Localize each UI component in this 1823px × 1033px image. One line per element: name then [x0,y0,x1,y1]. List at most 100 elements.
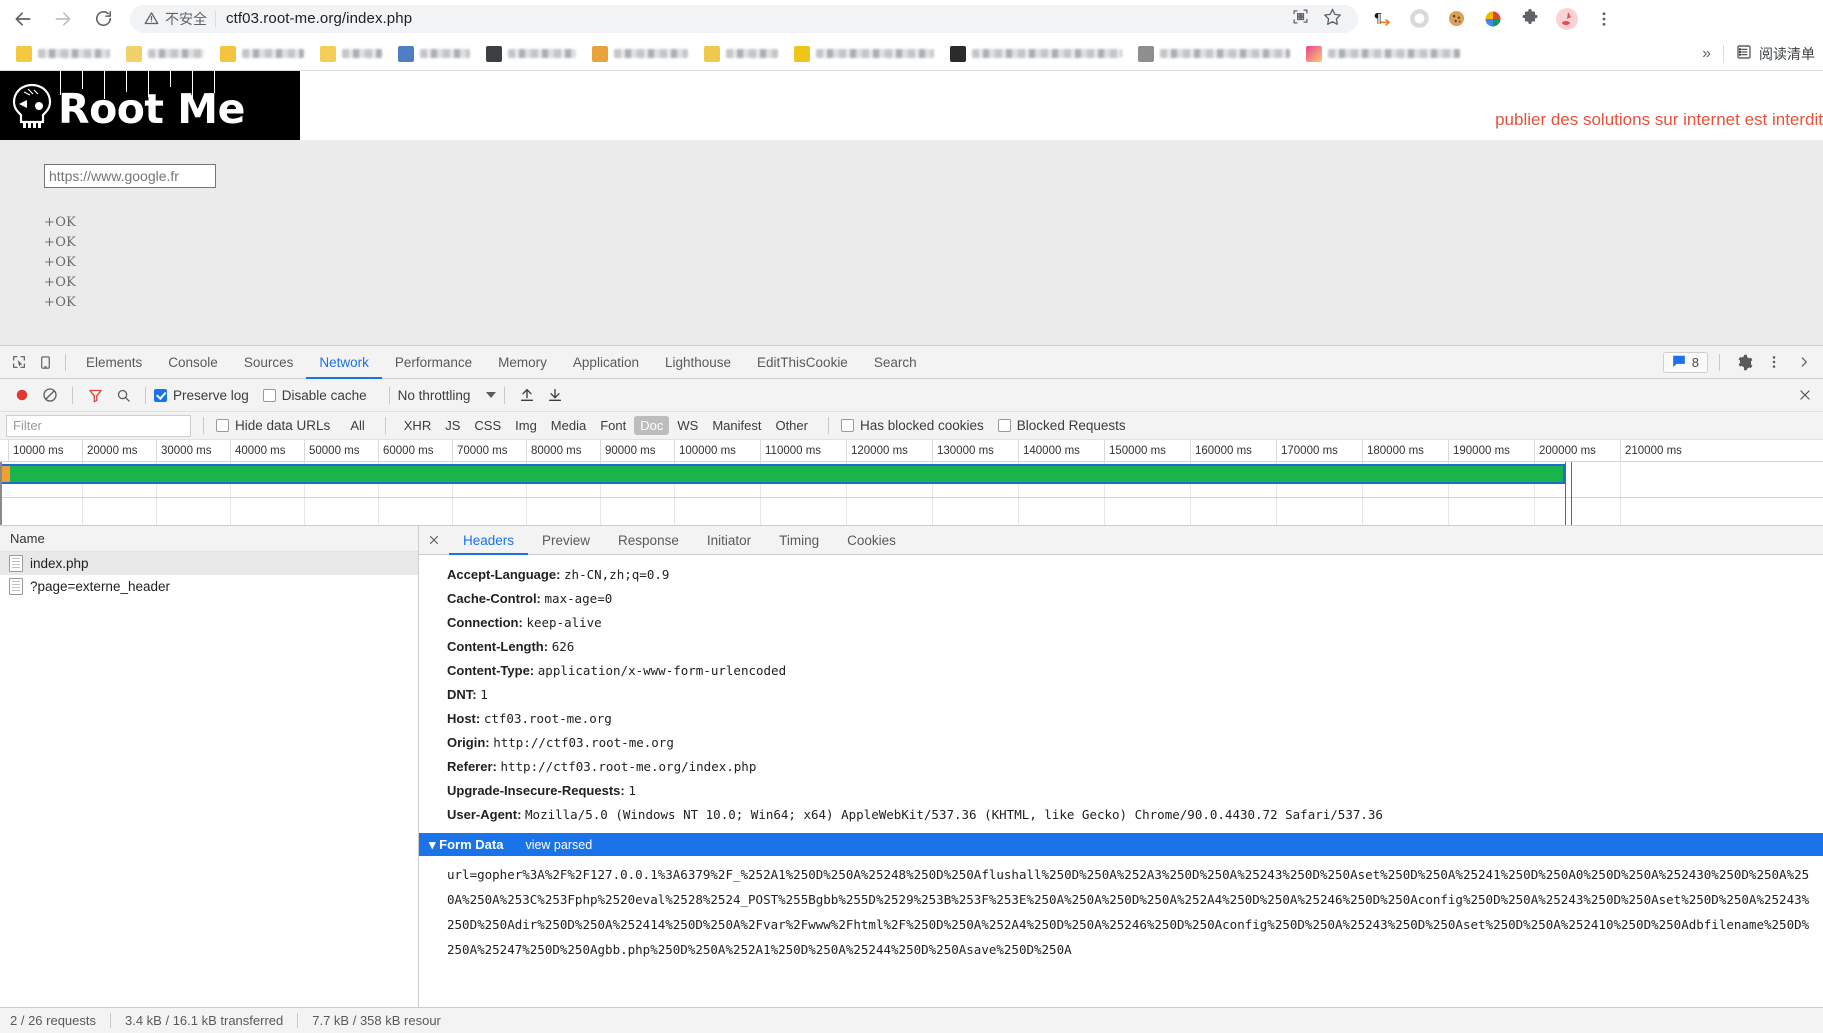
export-har-icon[interactable] [541,381,569,409]
banner-message: publier des solutions sur internet est i… [1495,109,1823,129]
bookmark-item[interactable] [392,41,476,67]
request-row-index-php[interactable]: index.php [0,552,418,575]
tabright-divider [1719,353,1720,371]
timeline-canvas[interactable] [0,462,1823,525]
filter-input[interactable]: Filter [6,414,191,437]
address-bar[interactable]: 不安全 ctf03.root-me.org/index.php [130,4,1358,33]
omnibox-divider [215,10,216,27]
tab-lighthouse[interactable]: Lighthouse [652,346,744,379]
filter-type-css[interactable]: CSS [468,416,507,435]
cookie-icon[interactable] [1440,3,1472,35]
filter-type-doc[interactable]: Doc [634,416,670,435]
preserve-log-checkbox[interactable]: Preserve log [154,388,249,403]
filter-type-js[interactable]: JS [439,416,466,435]
request-list-header[interactable]: Name [0,526,418,552]
three-dot-menu-icon[interactable] [1588,3,1620,35]
forward-arrow-icon[interactable] [46,2,80,36]
clear-button[interactable] [36,381,64,409]
disable-cache-checkbox[interactable]: Disable cache [262,388,367,403]
request-row-externe-header[interactable]: ?page=externe_header [0,575,418,598]
filter-icon[interactable] [81,381,109,409]
has-blocked-cookies-checkbox[interactable]: Has blocked cookies [840,418,984,433]
colorful-bowl-icon[interactable] [1477,3,1509,35]
bookmark-item[interactable] [314,41,388,67]
paragraph-translate-icon[interactable]: ¶ [1366,3,1398,35]
bookmark-item[interactable] [788,41,940,67]
form-data-section-header[interactable]: ▾ Form Data view parsed [419,833,1823,856]
device-toolbar-icon[interactable] [32,349,58,375]
hide-data-urls-checkbox[interactable]: Hide data URLs [216,418,330,433]
filter-type-other[interactable]: Other [769,416,814,435]
filter-type-img[interactable]: Img [509,416,543,435]
profile-avatar-icon[interactable] [1551,3,1583,35]
bookmark-item[interactable] [480,41,582,67]
detail-tab-timing[interactable]: Timing [765,526,833,555]
bookmark-label [148,49,204,58]
bookmark-item[interactable] [698,41,784,67]
timeline-marker-blue [1565,462,1566,525]
filter-type-xhr[interactable]: XHR [398,416,437,435]
tab-sources[interactable]: Sources [231,346,307,379]
import-har-icon[interactable] [513,381,541,409]
network-overview[interactable]: 10000 ms 20000 ms 30000 ms 40000 ms 5000… [0,440,1823,525]
filter-type-ws[interactable]: WS [671,416,704,435]
tab-console[interactable]: Console [155,346,231,379]
filter-type-media[interactable]: Media [545,416,592,435]
bookmark-item[interactable] [10,41,116,67]
reload-icon[interactable] [86,2,120,36]
detail-tab-headers[interactable]: Headers [449,526,528,555]
bookmark-item[interactable] [1300,41,1466,67]
throttling-dropdown[interactable]: No throttling [398,388,497,403]
detail-tab-initiator[interactable]: Initiator [693,526,765,555]
filterbar-divider [384,417,386,434]
ok-line: +OK [44,215,77,230]
detail-tab-response[interactable]: Response [604,526,693,555]
rootme-logo[interactable]: Root Me [0,71,300,140]
bookmark-item[interactable] [214,41,310,67]
timeline-rowline [0,497,1823,498]
close-icon[interactable] [419,534,449,546]
header-row: Origin: http://ctf03.root-me.org [419,731,1823,755]
record-button[interactable] [8,381,36,409]
filter-type-font[interactable]: Font [594,416,632,435]
extension-icons: ¶ [1366,3,1620,35]
bookmark-item[interactable] [586,41,694,67]
detail-tab-preview[interactable]: Preview [528,526,604,555]
tab-application[interactable]: Application [560,346,652,379]
star-icon[interactable] [1323,7,1342,30]
close-devtools-icon[interactable] [1795,381,1823,409]
bookmarks-overflow-chevron[interactable]: » [1702,45,1711,63]
filter-type-all[interactable]: All [344,416,370,435]
blocked-requests-checkbox[interactable]: Blocked Requests [997,418,1126,433]
detail-tab-cookies[interactable]: Cookies [833,526,910,555]
timeline-tick: 30000 ms [156,440,212,462]
bookmark-favicon [592,45,608,62]
message-count-badge[interactable]: 8 [1662,351,1708,373]
tab-memory[interactable]: Memory [485,346,560,379]
bookmark-item[interactable] [120,41,210,67]
devtools-overflow-chevron-icon[interactable] [1791,349,1817,375]
qr-code-icon[interactable] [1292,8,1309,29]
tab-search[interactable]: Search [861,346,930,379]
bookmark-item[interactable] [1132,41,1296,67]
bookmark-label [242,49,304,58]
search-icon[interactable] [109,381,137,409]
tab-network[interactable]: Network [306,346,382,379]
inspect-element-icon[interactable] [6,349,32,375]
bookmark-favicon [320,45,336,62]
gear-icon[interactable] [1731,349,1757,375]
bookmark-item[interactable] [944,41,1128,67]
view-parsed-link[interactable]: view parsed [525,838,592,852]
devtools-menu-icon[interactable] [1761,349,1787,375]
extensions-puzzle-icon[interactable] [1514,3,1546,35]
header-name: Referer: [447,759,497,774]
timeline-left-handle[interactable] [0,462,2,525]
back-arrow-icon[interactable] [6,2,40,36]
tab-editthiscookie[interactable]: EditThisCookie [744,346,861,379]
filter-type-manifest[interactable]: Manifest [706,416,767,435]
url-input-field[interactable] [44,164,216,188]
tab-performance[interactable]: Performance [382,346,485,379]
ring-icon[interactable] [1403,3,1435,35]
tab-elements[interactable]: Elements [73,346,155,379]
reading-list-button[interactable]: 阅读清单 [1736,44,1815,64]
